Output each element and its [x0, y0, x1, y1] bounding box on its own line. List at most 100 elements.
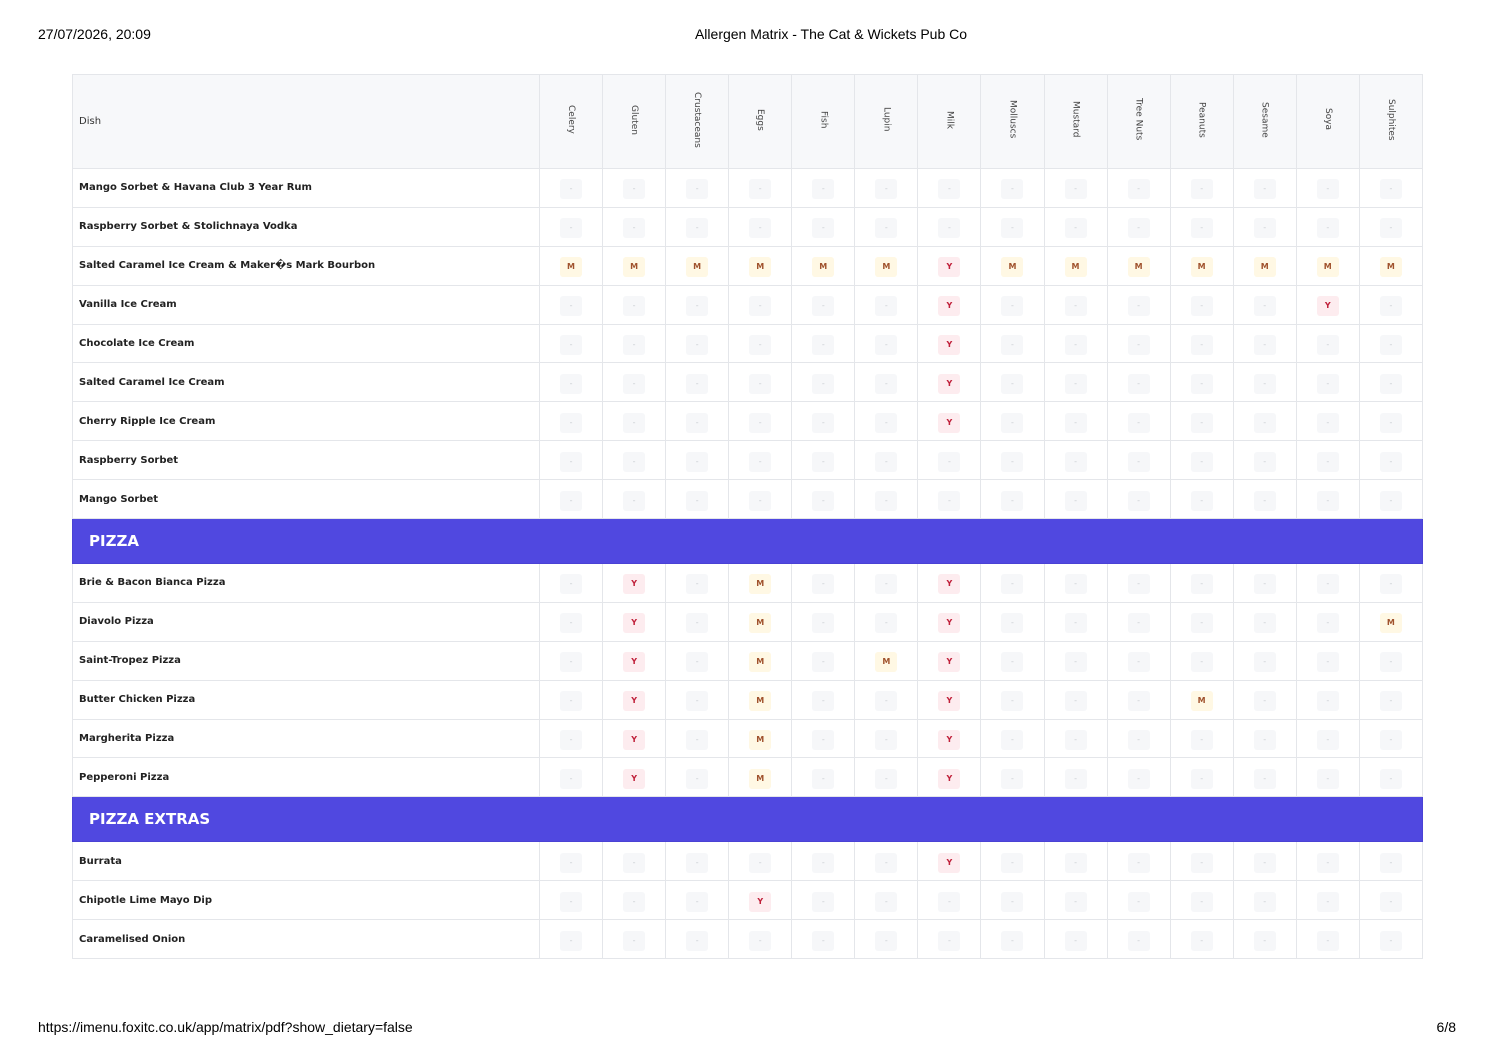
allergen-cell: -	[980, 841, 1045, 882]
allergen-header-label: Tree Nuts	[1133, 98, 1144, 141]
none-badge: -	[686, 451, 709, 472]
may-contain-badge: M	[623, 257, 646, 278]
allergen-cell: -	[854, 323, 919, 364]
none-badge: -	[560, 691, 583, 712]
none-badge: -	[1064, 490, 1087, 511]
contains-badge: Y	[623, 768, 646, 789]
allergen-cell: -	[1358, 679, 1424, 720]
allergen-cell: -	[1232, 440, 1297, 481]
allergen-cell: -	[1295, 919, 1360, 960]
none-badge: -	[1316, 891, 1339, 912]
none-badge: -	[686, 296, 709, 317]
none-badge: -	[749, 490, 772, 511]
contains-badge: Y	[938, 296, 961, 317]
allergen-cell: -	[1232, 362, 1297, 403]
allergen-cell: -	[1295, 718, 1360, 759]
allergen-cell: -	[538, 841, 604, 882]
none-badge: -	[560, 490, 583, 511]
allergen-cell: -	[1295, 168, 1360, 208]
none-badge: -	[1064, 412, 1087, 433]
allergen-cell: -	[1106, 601, 1171, 642]
allergen-cell: -	[917, 880, 982, 921]
allergen-cell: M	[665, 245, 730, 286]
contains-badge: Y	[623, 613, 646, 634]
none-badge: -	[875, 451, 898, 472]
none-badge: -	[1190, 296, 1213, 317]
allergen-cell: M	[1295, 245, 1360, 286]
allergen-header-eggs: Eggs	[728, 74, 793, 169]
none-badge: -	[749, 218, 772, 239]
none-badge: -	[812, 930, 835, 951]
allergen-header-label: Fish	[818, 110, 829, 129]
none-badge: -	[623, 412, 646, 433]
allergen-cell: -	[1106, 919, 1171, 960]
allergen-header-sulphites: Sulphites	[1358, 74, 1424, 169]
contains-badge: Y	[623, 574, 646, 595]
allergen-cell: -	[665, 284, 730, 325]
none-badge: -	[812, 852, 835, 873]
none-badge: -	[1127, 335, 1150, 355]
may-contain-badge: M	[1190, 257, 1213, 278]
allergen-cell: -	[1106, 563, 1171, 603]
dish-name: Chocolate Ice Cream	[72, 323, 540, 364]
allergen-cell: -	[791, 841, 856, 882]
allergen-cell: -	[538, 640, 604, 681]
none-badge: -	[1316, 730, 1339, 751]
allergen-cell: -	[791, 323, 856, 364]
allergen-cell: -	[791, 440, 856, 481]
allergen-cell: -	[980, 601, 1045, 642]
allergen-cell: -	[980, 679, 1045, 720]
table-row: Margherita Pizza - Y - M - - Y - - - - - - -	[72, 718, 1424, 759]
allergen-cell: -	[602, 479, 667, 520]
none-badge: -	[875, 730, 898, 751]
none-badge: -	[875, 852, 898, 873]
allergen-cell: -	[791, 919, 856, 960]
allergen-cell: -	[1169, 601, 1234, 642]
dish-name: Brie & Bacon Bianca Pizza	[72, 563, 540, 603]
none-badge: -	[560, 296, 583, 317]
allergen-cell: -	[980, 880, 1045, 921]
allergen-cell: Y	[917, 841, 982, 882]
table-row: Caramelised Onion - - - - - - - - - - - - - -	[72, 919, 1424, 960]
allergen-cell: M	[854, 245, 919, 286]
none-badge: -	[875, 218, 898, 239]
allergen-cell: -	[1169, 323, 1234, 364]
none-badge: -	[749, 296, 772, 317]
none-badge: -	[1316, 930, 1339, 951]
allergen-cell: -	[1358, 284, 1424, 325]
none-badge: -	[560, 574, 583, 595]
allergen-cell: -	[980, 323, 1045, 364]
allergen-cell: -	[1043, 323, 1108, 364]
dish-name: Pepperoni Pizza	[72, 757, 540, 798]
allergen-cell: -	[538, 206, 604, 247]
allergen-cell: Y	[728, 880, 793, 921]
allergen-cell: -	[1232, 919, 1297, 960]
none-badge: -	[749, 335, 772, 355]
none-badge: -	[1316, 451, 1339, 472]
dish-name: Salted Caramel Ice Cream	[72, 362, 540, 403]
none-badge: -	[1127, 179, 1150, 200]
allergen-cell: -	[665, 323, 730, 364]
none-badge: -	[812, 768, 835, 789]
none-badge: -	[1316, 412, 1339, 433]
none-badge: -	[1001, 613, 1024, 634]
may-contain-badge: M	[560, 257, 583, 278]
allergen-cell: -	[1169, 563, 1234, 603]
none-badge: -	[1190, 451, 1213, 472]
none-badge: -	[1253, 373, 1276, 394]
contains-badge: Y	[623, 691, 646, 712]
allergen-cell: -	[791, 679, 856, 720]
allergen-header-label: Mustard	[1070, 101, 1081, 138]
dish-name: Margherita Pizza	[72, 718, 540, 759]
allergen-cell: -	[917, 479, 982, 520]
allergen-cell: -	[1295, 323, 1360, 364]
allergen-cell: -	[1295, 362, 1360, 403]
none-badge: -	[1001, 691, 1024, 712]
allergen-cell: -	[1106, 401, 1171, 442]
allergen-header-molluscs: Molluscs	[980, 74, 1045, 169]
none-badge: -	[812, 891, 835, 912]
allergen-cell: -	[602, 919, 667, 960]
allergen-cell: -	[980, 440, 1045, 481]
allergen-header-label: Crustaceans	[692, 91, 703, 148]
may-contain-badge: M	[1379, 257, 1402, 278]
